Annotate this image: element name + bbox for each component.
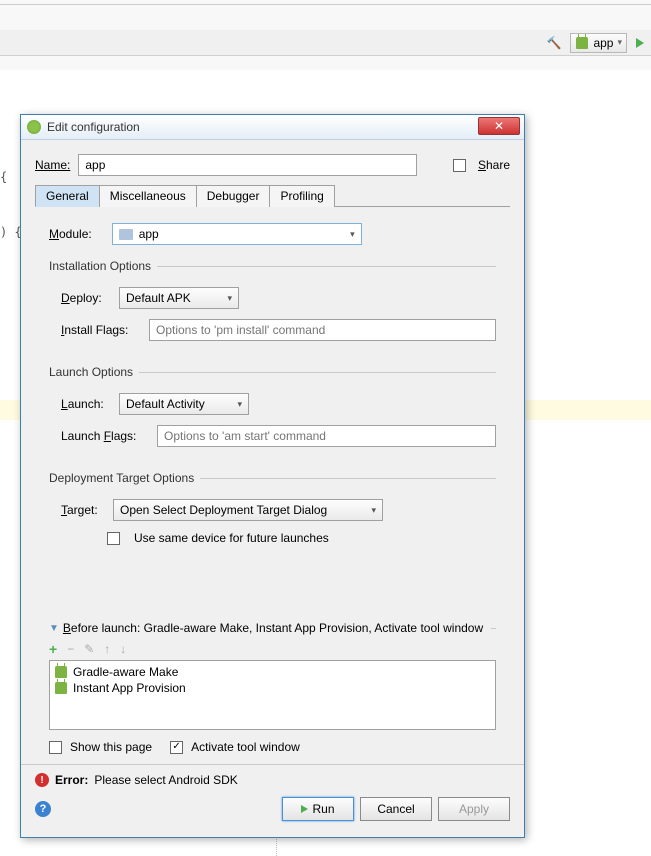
show-page-label: Show this page — [70, 740, 152, 754]
remove-task-button[interactable]: − — [67, 642, 74, 656]
tab-profiling[interactable]: Profiling — [269, 185, 334, 207]
error-message: Please select Android SDK — [94, 773, 237, 787]
name-label: Name: — [35, 158, 70, 172]
run-button-toolbar[interactable] — [631, 33, 649, 53]
launch-options-group: Launch Options Launch: Default Activity … — [49, 365, 496, 463]
play-icon — [636, 38, 644, 48]
code-text: ) { — [0, 225, 22, 239]
install-flags-input[interactable] — [149, 319, 496, 341]
launch-label: Launch: — [61, 397, 109, 411]
deployment-target-group: Deployment Target Options Target: Open S… — [49, 471, 496, 561]
error-icon: ! — [35, 773, 49, 787]
cancel-button[interactable]: Cancel — [360, 797, 432, 821]
chevron-down-icon: ▾ — [237, 399, 242, 410]
hammer-icon: 🔨 — [546, 36, 561, 50]
android-icon — [55, 682, 67, 694]
chevron-down-icon: ▾ — [350, 229, 355, 240]
module-select[interactable]: app ▾ — [112, 223, 362, 245]
activate-tool-checkbox[interactable] — [170, 741, 183, 754]
dialog-title: Edit configuration — [47, 120, 140, 134]
installation-options-group: Installation Options Deploy: Default APK… — [49, 259, 496, 357]
close-button[interactable]: ✕ — [478, 117, 520, 135]
error-row: ! Error: Please select Android SDK — [35, 773, 510, 787]
task-label: Gradle-aware Make — [73, 665, 178, 679]
cancel-label: Cancel — [377, 802, 414, 816]
target-select[interactable]: Open Select Deployment Target Dialog ▾ — [113, 499, 383, 521]
launch-value: Default Activity — [126, 397, 205, 411]
share-checkbox[interactable] — [453, 159, 466, 172]
android-studio-icon — [27, 120, 41, 134]
help-button[interactable]: ? — [35, 801, 51, 817]
tabs-bar: General Miscellaneous Debugger Profiling — [35, 184, 510, 207]
apply-button[interactable]: Apply — [438, 797, 510, 821]
edit-task-button[interactable]: ✎ — [84, 642, 94, 656]
move-down-button[interactable]: ↓ — [120, 642, 126, 656]
module-label: Module: — [49, 227, 92, 241]
install-flags-label: Install Flags: — [61, 323, 139, 337]
task-label: Instant App Provision — [73, 681, 186, 695]
before-launch-title: Before launch: Gradle-aware Make, Instan… — [63, 621, 483, 635]
deploy-label: Deploy: — [61, 291, 109, 305]
same-device-label: Use same device for future launches — [134, 531, 329, 545]
before-launch-list[interactable]: Gradle-aware Make Instant App Provision — [49, 660, 496, 730]
code-text: { — [0, 170, 7, 184]
before-launch-toolbar: + − ✎ ↑ ↓ — [49, 641, 496, 657]
build-button[interactable]: 🔨 — [541, 33, 566, 53]
add-task-button[interactable]: + — [49, 641, 57, 657]
target-label: Target: — [61, 503, 103, 517]
tab-debugger[interactable]: Debugger — [196, 185, 271, 207]
list-item[interactable]: Instant App Provision — [53, 680, 492, 696]
error-label: Error: — [55, 773, 88, 787]
same-device-checkbox[interactable] — [107, 532, 120, 545]
chevron-down-icon: ▾ — [227, 293, 232, 304]
before-launch-header[interactable]: ▼ Before launch: Gradle-aware Make, Inst… — [49, 621, 496, 635]
run-label: Run — [312, 802, 334, 816]
ide-toolbar: 🔨 app ▾ — [0, 30, 651, 56]
list-item[interactable]: Gradle-aware Make — [53, 664, 492, 680]
deployment-legend: Deployment Target Options — [49, 471, 200, 485]
apply-label: Apply — [459, 802, 489, 816]
folder-icon — [119, 229, 133, 240]
target-value: Open Select Deployment Target Dialog — [120, 503, 327, 517]
close-icon: ✕ — [494, 119, 504, 133]
deploy-select[interactable]: Default APK ▾ — [119, 287, 239, 309]
run-button[interactable]: Run — [282, 797, 354, 821]
run-config-name: app — [593, 36, 613, 50]
expand-triangle-icon: ▼ — [49, 623, 59, 634]
dialog-titlebar[interactable]: Edit configuration ✕ — [21, 115, 524, 140]
chevron-down-icon: ▾ — [617, 37, 622, 48]
launch-select[interactable]: Default Activity ▾ — [119, 393, 249, 415]
name-input[interactable] — [78, 154, 417, 176]
launch-flags-label: Launch Flags: — [61, 429, 147, 443]
tab-general[interactable]: General — [35, 185, 100, 207]
launch-flags-input[interactable] — [157, 425, 496, 447]
deploy-value: Default APK — [126, 291, 191, 305]
android-app-icon — [575, 36, 589, 50]
show-page-checkbox[interactable] — [49, 741, 62, 754]
chevron-down-icon: ▾ — [371, 505, 376, 516]
run-config-dropdown[interactable]: app ▾ — [570, 33, 627, 53]
play-icon — [301, 805, 308, 813]
launch-legend: Launch Options — [49, 365, 139, 379]
android-icon — [55, 666, 67, 678]
module-value: app — [139, 227, 159, 241]
installation-legend: Installation Options — [49, 259, 157, 273]
move-up-button[interactable]: ↑ — [104, 642, 110, 656]
activate-tool-label: Activate tool window — [191, 740, 300, 754]
tab-miscellaneous[interactable]: Miscellaneous — [99, 185, 197, 207]
share-label: Share — [478, 158, 510, 172]
edit-configuration-dialog: Edit configuration ✕ Name: Share General… — [20, 114, 525, 838]
